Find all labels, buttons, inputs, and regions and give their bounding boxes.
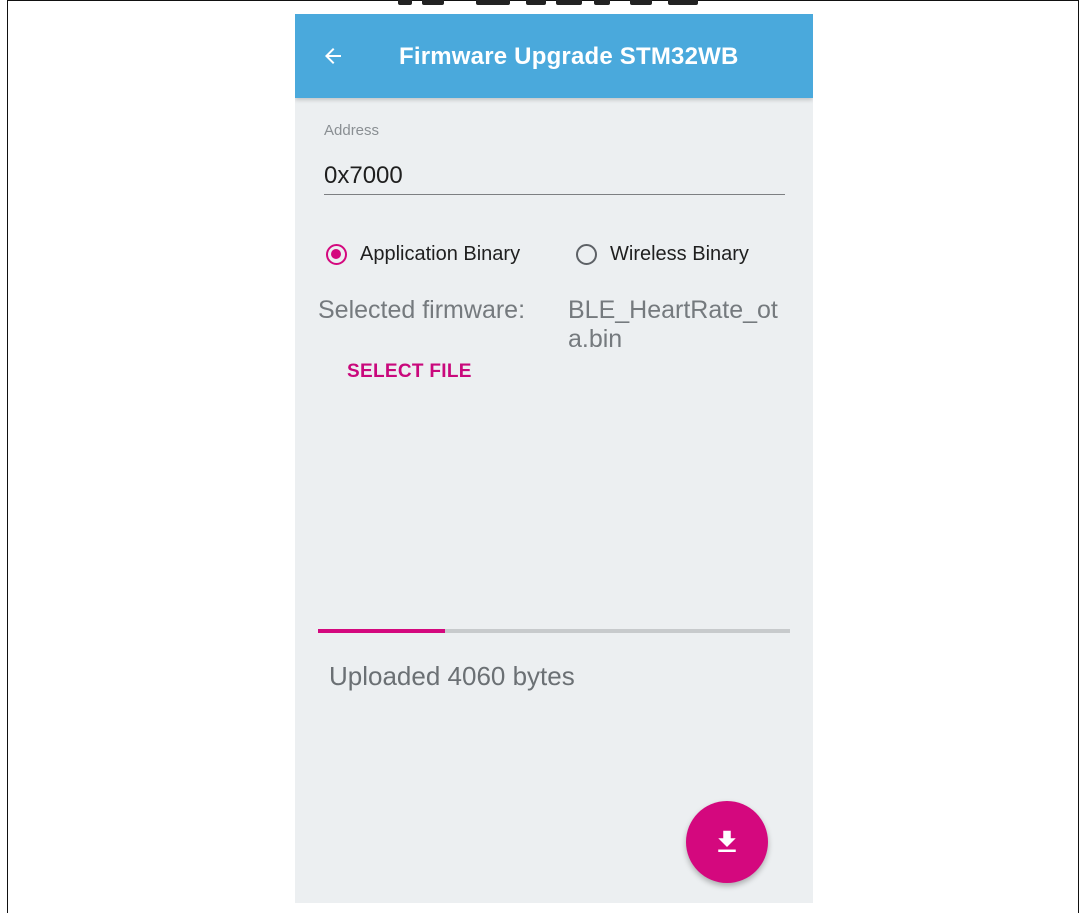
app-bar: Firmware Upgrade STM32WB [295,14,813,98]
address-label: Address [324,122,380,139]
back-button[interactable] [309,32,357,80]
cropped-caption-fragment [380,0,710,9]
download-icon [718,830,736,852]
page-title: Firmware Upgrade STM32WB [399,43,739,70]
upload-fab-button[interactable] [686,801,768,883]
radio-unchecked-icon [576,243,597,265]
radio-label: Application Binary [360,242,521,265]
radio-wireless-binary[interactable]: Wireless Binary [576,240,749,268]
upload-progress-fill [318,629,446,633]
radio-checked-icon [326,243,347,265]
phone-screen: Firmware Upgrade STM32WB Address Applica… [295,14,813,903]
arrow-left-icon [325,48,341,64]
selected-firmware-value: BLE_HeartRate_ota.bin [568,296,778,353]
address-field[interactable] [324,158,785,195]
upload-progress-bar [318,629,790,633]
radio-label: Wireless Binary [610,242,749,265]
selected-firmware-label: Selected firmware: [318,296,526,324]
select-file-button[interactable]: SELECT FILE [347,361,472,383]
upload-status: Uploaded 4060 bytes [329,661,575,691]
radio-application-binary[interactable]: Application Binary [326,240,520,268]
